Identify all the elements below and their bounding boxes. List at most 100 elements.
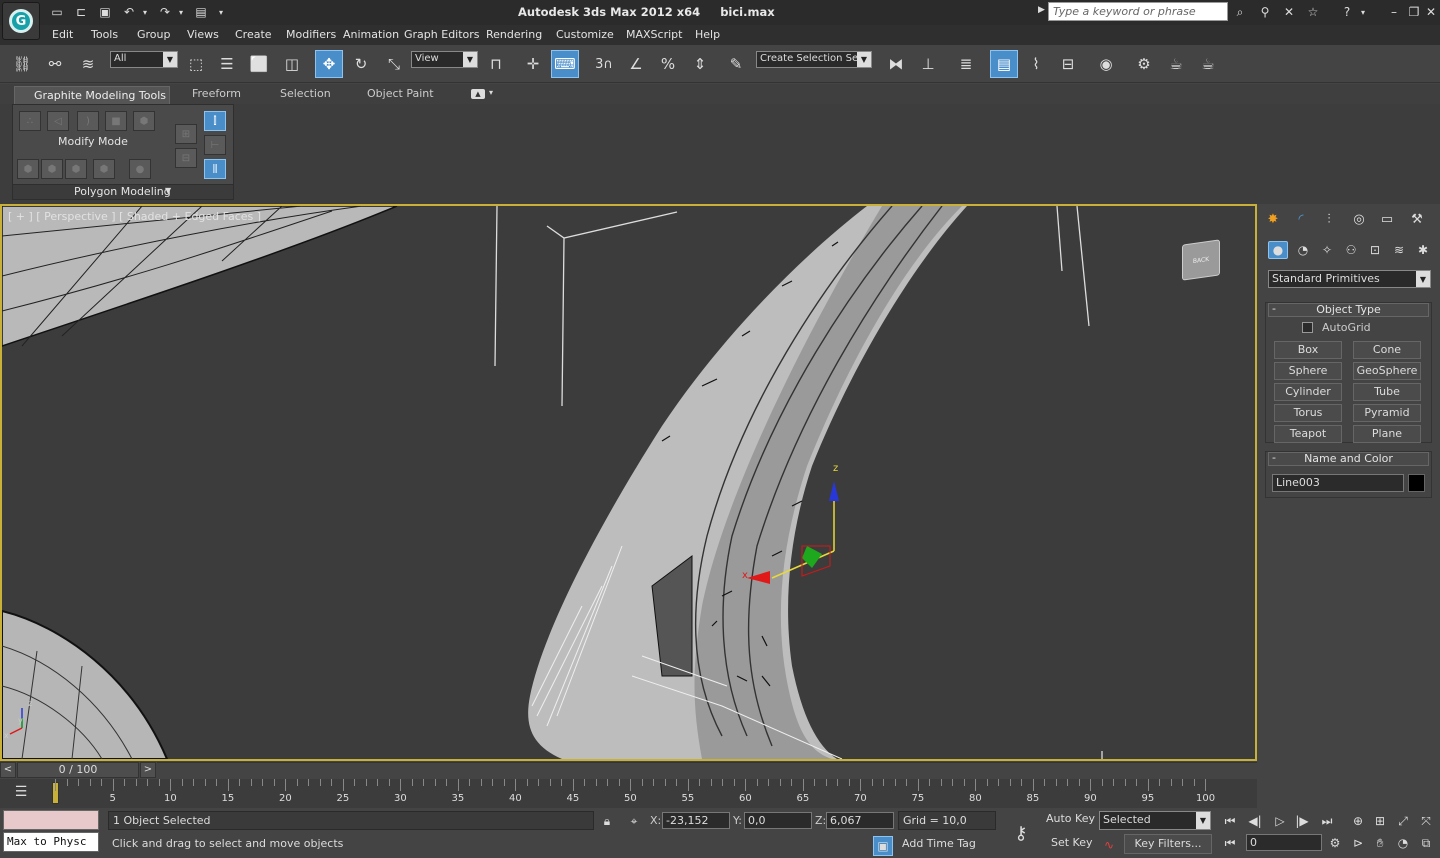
time-tag-icon[interactable]: ▣ <box>873 836 893 856</box>
z-coordinate-input[interactable]: 6,067 <box>826 812 894 829</box>
border-icon[interactable]: ) <box>77 111 99 131</box>
graphite-toggle-icon[interactable]: ▤ <box>990 50 1018 78</box>
preserve-uvs-icon[interactable]: ⬢ <box>65 159 87 179</box>
redo-icon[interactable]: ↷ <box>156 4 174 20</box>
x-coordinate-input[interactable]: -23,152 <box>662 812 730 829</box>
key-mode-toggle-icon[interactable]: ⏮ <box>1220 833 1240 853</box>
field-of-view-icon[interactable]: ⊳ <box>1348 833 1368 853</box>
minimize-icon[interactable]: – <box>1385 3 1403 21</box>
plane-button[interactable]: Plane <box>1353 425 1421 443</box>
tab-freeform[interactable]: Freeform <box>192 87 241 100</box>
curve-editor-icon[interactable]: ⌇ <box>1022 50 1050 78</box>
select-and-move-icon[interactable]: ✥ <box>315 50 343 78</box>
teapot-button[interactable]: Teapot <box>1274 425 1342 443</box>
zoom-all-icon[interactable]: ⊞ <box>1370 811 1390 831</box>
unlink-selection-icon[interactable]: ⚯ <box>41 50 69 78</box>
menu-tools[interactable]: Tools <box>91 28 118 41</box>
play-icon[interactable]: ▷ <box>1270 811 1290 831</box>
set-key-button[interactable]: Set Key <box>1051 836 1093 849</box>
collapse-stack-icon[interactable]: ⬢ <box>93 159 115 179</box>
object-type-header[interactable]: - Object Type <box>1268 303 1429 317</box>
material-editor-icon[interactable]: ◉ <box>1092 50 1120 78</box>
render-production-icon[interactable]: ☕ <box>1194 50 1222 78</box>
previous-frame-icon[interactable]: ◀︎| <box>1245 811 1265 831</box>
snaps-toggle-icon[interactable]: 3∩ <box>590 50 618 78</box>
track-bar[interactable]: ☰ 5 10 15 20 25 30 35 40 45 50 55 60 65 70 75 80 85 90 95 1… <box>0 779 1257 808</box>
utilities-tab-icon[interactable]: ⚒ <box>1406 209 1428 229</box>
time-slider-thumb[interactable]: 0 / 100 <box>17 762 139 778</box>
object-name-input[interactable]: Line003 <box>1272 474 1404 492</box>
search-input[interactable]: Type a keyword or phrase <box>1048 2 1228 21</box>
window-crossing-icon[interactable]: ◫ <box>278 50 306 78</box>
open-file-icon[interactable]: ⊏ <box>72 4 90 20</box>
viewport-scene[interactable]: z x z y x <box>2 206 1255 759</box>
edge-icon[interactable]: ◁ <box>47 111 69 131</box>
shapes-icon[interactable]: ◔ <box>1293 241 1313 259</box>
project-folder-icon[interactable]: ▤ <box>192 4 210 20</box>
pyramid-button[interactable]: Pyramid <box>1353 404 1421 422</box>
create-tab-icon[interactable]: ✸ <box>1262 209 1284 229</box>
menu-create[interactable]: Create <box>235 28 272 41</box>
ribbon-options-dropdown-icon[interactable]: ▾ <box>489 88 493 97</box>
display-tab-icon[interactable]: ▭ <box>1376 209 1398 229</box>
application-button[interactable]: G <box>2 2 40 40</box>
help-dropdown-icon[interactable]: ▾ <box>1358 3 1368 21</box>
help-icon[interactable]: ? <box>1338 3 1356 21</box>
undo-dropdown-icon[interactable]: ▾ <box>140 4 150 20</box>
render-setup-icon[interactable]: ⚙ <box>1130 50 1158 78</box>
key-mode-dropdown[interactable]: Selected ▼ <box>1099 811 1211 830</box>
lights-icon[interactable]: ✧ <box>1317 241 1337 259</box>
spinner-snap-icon[interactable]: ⇕ <box>686 50 714 78</box>
menu-group[interactable]: Group <box>137 28 171 41</box>
close-icon[interactable]: ✕ <box>1422 3 1440 21</box>
show-end-result-icon[interactable]: ⊞ <box>175 124 197 144</box>
make-unique-icon[interactable]: ⊢ <box>204 135 226 155</box>
select-and-link-icon[interactable]: ⛓ <box>8 50 36 78</box>
percent-snap-icon[interactable]: % <box>654 50 682 78</box>
key-filters-button[interactable]: Key Filters... <box>1124 834 1212 854</box>
select-and-rotate-icon[interactable]: ↻ <box>347 50 375 78</box>
go-to-start-icon[interactable]: ⏮ <box>1220 811 1240 831</box>
quick-access-dropdown-icon[interactable]: ▾ <box>216 4 226 20</box>
generate-topology-icon[interactable]: ● <box>129 159 151 179</box>
next-frame-arrow-icon[interactable]: > <box>140 762 156 778</box>
menu-views[interactable]: Views <box>187 28 219 41</box>
layer-manager-icon[interactable]: ≣ <box>952 50 980 78</box>
sphere-button[interactable]: Sphere <box>1274 362 1342 380</box>
y-coordinate-input[interactable]: 0,0 <box>744 812 812 829</box>
bind-to-space-warp-icon[interactable]: ≋ <box>74 50 102 78</box>
named-selection-set-dropdown[interactable]: Create Selection Se ▼ <box>756 51 872 68</box>
box-button[interactable]: Box <box>1274 341 1342 359</box>
menu-rendering[interactable]: Rendering <box>486 28 542 41</box>
time-configuration-icon[interactable]: ⚙ <box>1325 833 1345 853</box>
systems-icon[interactable]: ✱ <box>1413 241 1433 259</box>
time-slider-track[interactable] <box>157 762 1257 778</box>
search-expand-icon[interactable]: ▶ <box>1038 5 1045 15</box>
pin-stack-icon[interactable]: ⫿ <box>204 111 226 131</box>
menu-modifiers[interactable]: Modifiers <box>286 28 336 41</box>
select-and-scale-icon[interactable]: ⤡ <box>380 50 408 78</box>
pan-view-icon[interactable]: ✋︎ <box>1370 833 1390 853</box>
new-file-icon[interactable]: ▭ <box>48 4 66 20</box>
absolute-mode-transform-icon[interactable]: ⌖ <box>624 811 644 831</box>
reference-coordinate-dropdown[interactable]: View ▼ <box>411 51 478 68</box>
viewcube[interactable]: BACK <box>1182 239 1220 281</box>
orbit-icon[interactable]: ◔ <box>1393 833 1413 853</box>
perspective-viewport[interactable]: z x z y x [ + ] [ Perspective ] [ Shaded… <box>0 204 1257 761</box>
helpers-icon[interactable]: ⊡ <box>1365 241 1385 259</box>
tube-button[interactable]: Tube <box>1353 383 1421 401</box>
cone-button[interactable]: Cone <box>1353 341 1421 359</box>
cylinder-button[interactable]: Cylinder <box>1274 383 1342 401</box>
name-and-color-header[interactable]: - Name and Color <box>1268 452 1429 466</box>
save-icon[interactable]: ▣ <box>96 4 114 20</box>
keyboard-shortcut-override-icon[interactable]: ⌨ <box>551 50 579 78</box>
align-icon[interactable]: ⊥ <box>914 50 942 78</box>
menu-customize[interactable]: Customize <box>556 28 614 41</box>
default-in-out-tangents-icon[interactable]: ∿ <box>1099 835 1119 855</box>
space-warps-icon[interactable]: ≋ <box>1389 241 1409 259</box>
select-by-name-icon[interactable]: ☰ <box>213 50 241 78</box>
set-keys-key-icon[interactable]: ⚷ <box>1002 816 1040 852</box>
schematic-view-icon[interactable]: ⊟ <box>1054 50 1082 78</box>
hierarchy-tab-icon[interactable]: ⫶ <box>1318 209 1340 229</box>
menu-animation[interactable]: Animation <box>343 28 399 41</box>
